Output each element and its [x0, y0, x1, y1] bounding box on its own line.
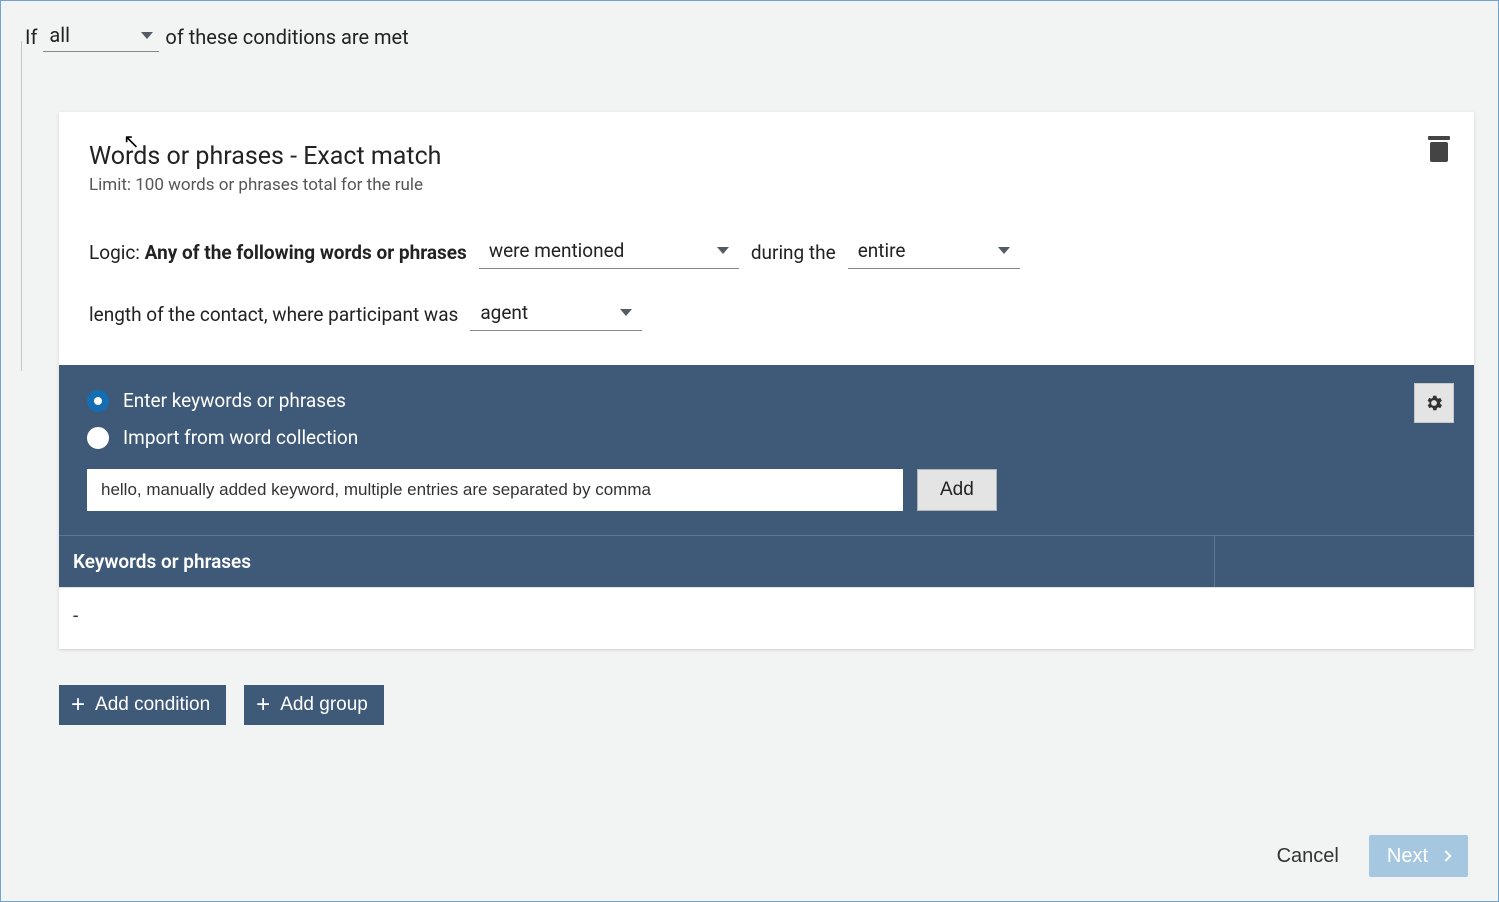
- next-button[interactable]: Next: [1369, 835, 1468, 877]
- add-condition-button[interactable]: + Add condition: [59, 685, 226, 725]
- button-label: Add group: [280, 694, 368, 716]
- length-label: length of the contact, where participant…: [89, 303, 458, 326]
- condition-title: Words or phrases - Exact match: [89, 142, 1444, 171]
- keywords-table-header: Keywords or phrases: [59, 535, 1474, 587]
- chevron-right-icon: [1440, 850, 1451, 861]
- logic-bold: Any of the following words or phrases: [145, 241, 467, 264]
- logic-row-2: length of the contact, where participant…: [89, 297, 1444, 331]
- if-label: If: [25, 25, 37, 49]
- caret-down-icon: [998, 247, 1010, 254]
- logic-row-1: Logic: Any of the following words or phr…: [89, 235, 1444, 269]
- cancel-button[interactable]: Cancel: [1277, 845, 1339, 868]
- keywords-header-actions: [1214, 536, 1474, 587]
- caret-down-icon: [717, 247, 729, 254]
- add-button[interactable]: Add: [917, 469, 997, 511]
- rule-sentence: If all of these conditions are met: [25, 21, 1474, 52]
- actions-row: + Add condition + Add group: [59, 685, 1474, 725]
- scope-dropdown[interactable]: entire: [848, 235, 1020, 269]
- caret-down-icon: [620, 309, 632, 316]
- delete-condition-button[interactable]: [1428, 136, 1450, 166]
- participant-value: agent: [480, 301, 528, 324]
- add-group-button[interactable]: + Add group: [244, 685, 384, 725]
- radio-import-collection[interactable]: Import from word collection: [87, 426, 1446, 449]
- footer-actions: Cancel Next: [1277, 835, 1468, 877]
- quantifier-value: all: [49, 23, 70, 47]
- caret-down-icon: [141, 32, 153, 39]
- radio-enter-keywords[interactable]: Enter keywords or phrases: [87, 389, 1446, 412]
- condition-subtitle: Limit: 100 words or phrases total for th…: [89, 175, 1444, 195]
- during-label: during the: [751, 241, 836, 264]
- gear-icon: [1424, 393, 1444, 413]
- radio-icon: [87, 390, 109, 412]
- trash-icon: [1428, 136, 1450, 162]
- mention-dropdown[interactable]: were mentioned: [479, 235, 739, 269]
- settings-button[interactable]: [1414, 383, 1454, 423]
- table-row: -: [59, 587, 1474, 649]
- radio-icon: [87, 427, 109, 449]
- quantifier-dropdown[interactable]: all: [43, 21, 159, 52]
- radio-label: Import from word collection: [123, 426, 358, 449]
- scope-value: entire: [858, 239, 906, 262]
- group-vertical-rule: [21, 41, 22, 371]
- keywords-input[interactable]: [87, 469, 903, 511]
- keyword-panel: Enter keywords or phrases Import from wo…: [59, 365, 1474, 535]
- radio-label: Enter keywords or phrases: [123, 389, 346, 412]
- participant-dropdown[interactable]: agent: [470, 297, 642, 331]
- button-label: Add condition: [95, 694, 210, 716]
- mention-value: were mentioned: [489, 239, 625, 262]
- logic-label: Logic:: [89, 241, 140, 264]
- keywords-header-cell: Keywords or phrases: [59, 536, 1214, 587]
- condition-card: Words or phrases - Exact match Limit: 10…: [59, 112, 1474, 649]
- button-label: Next: [1387, 845, 1428, 868]
- sentence-rest: of these conditions are met: [165, 25, 408, 49]
